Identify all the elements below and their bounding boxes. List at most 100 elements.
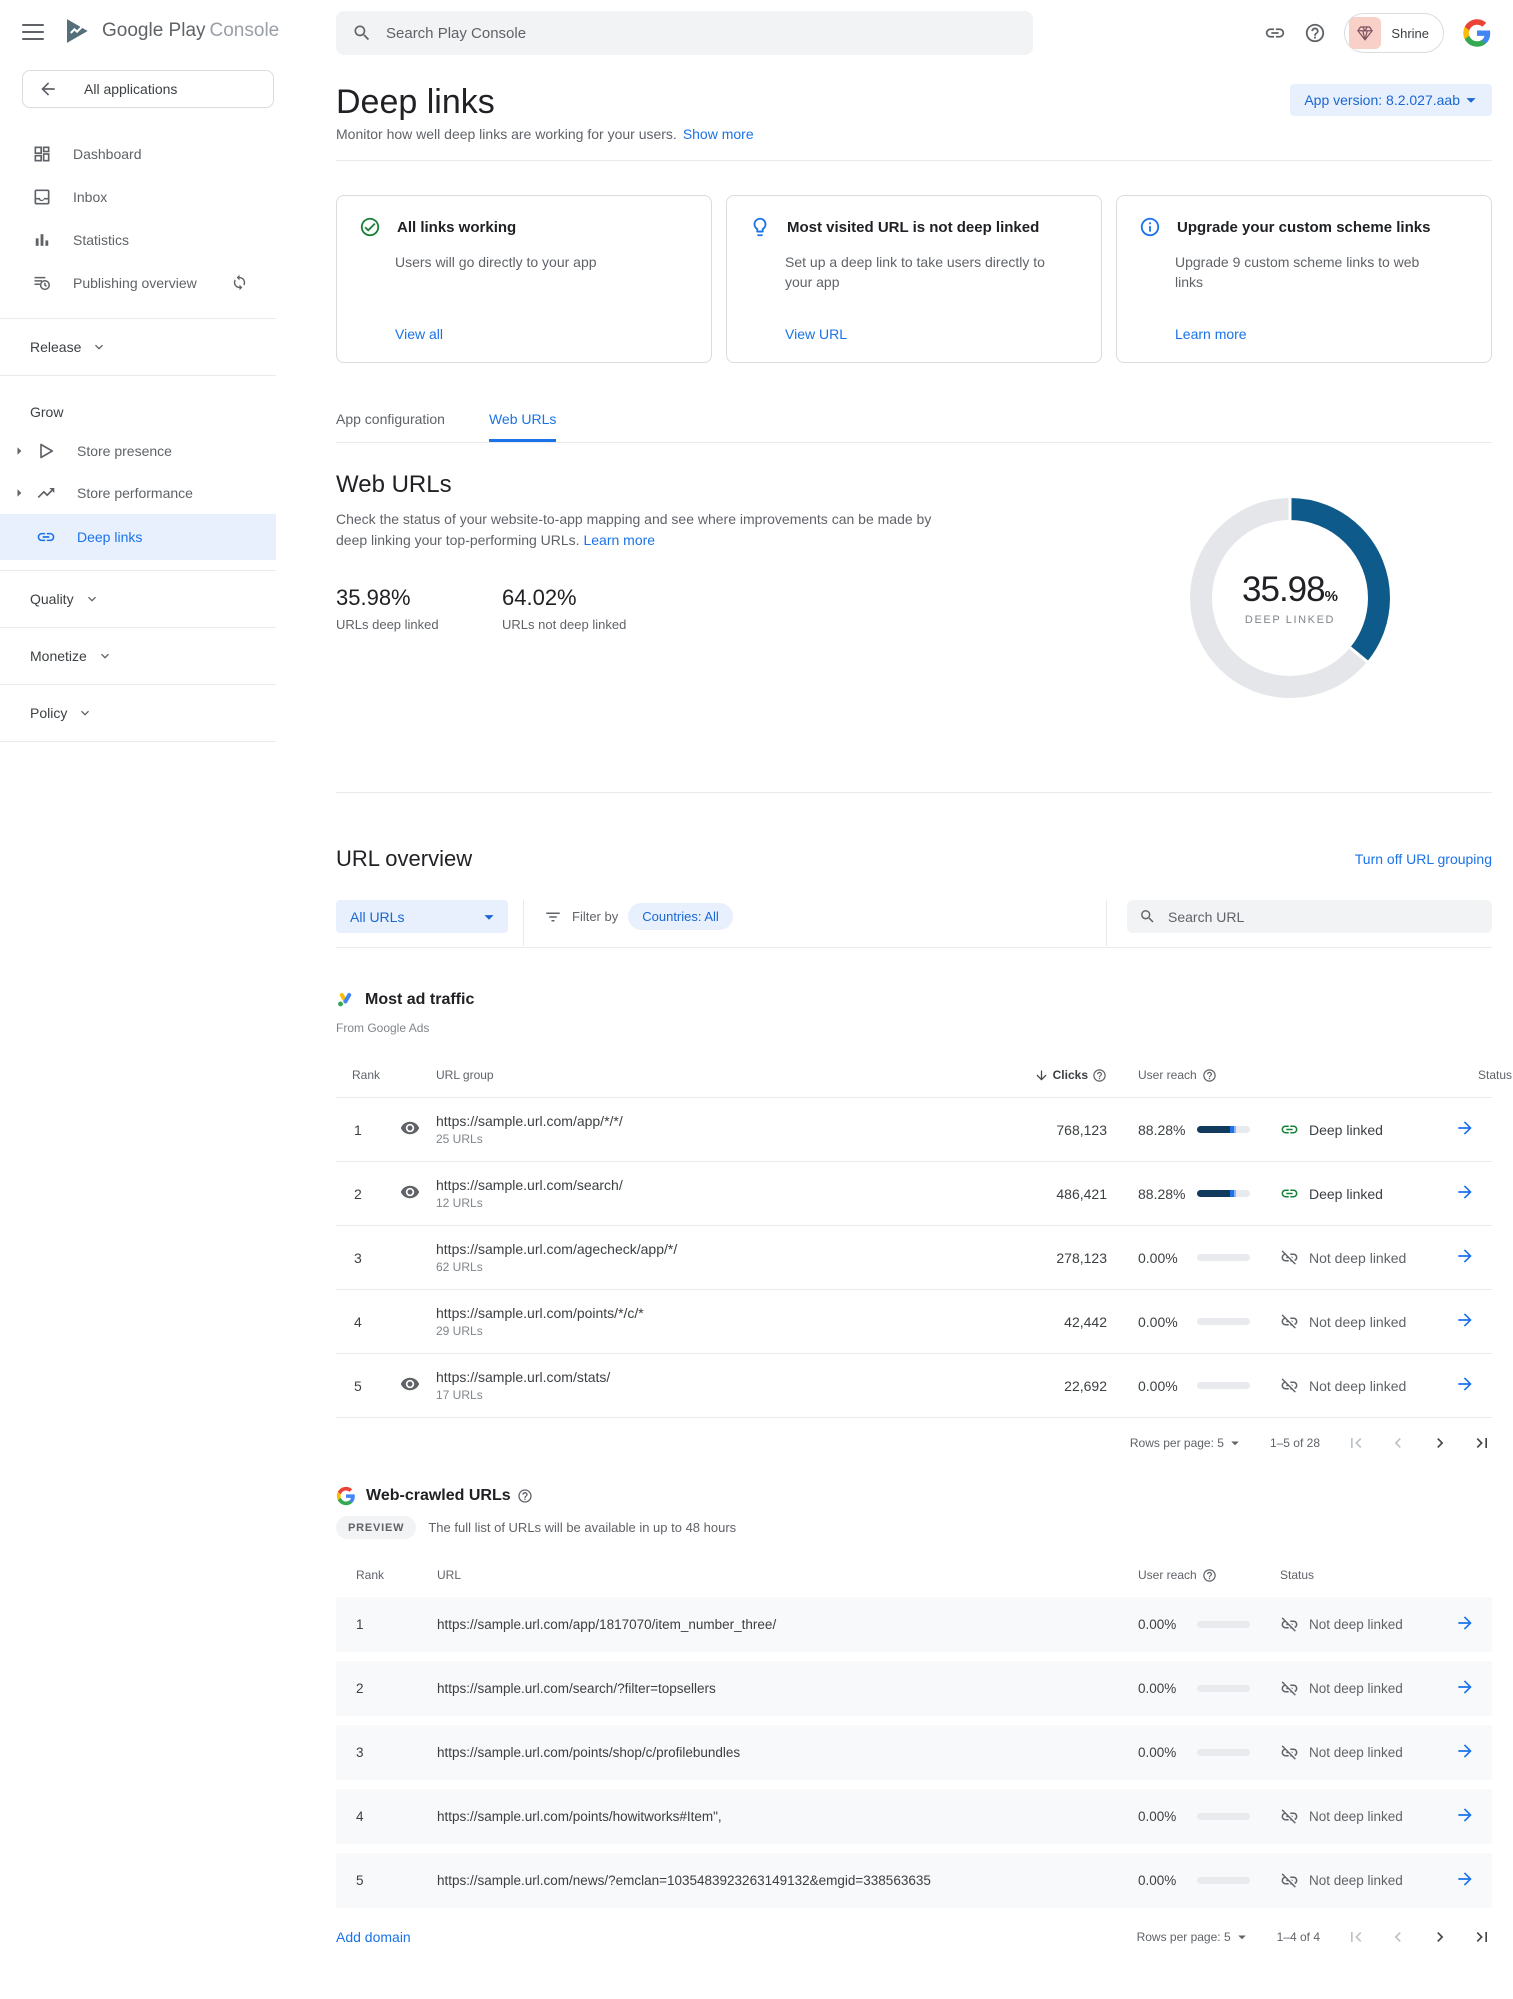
donut-value: 35.98% (1242, 570, 1338, 610)
sidebar-section-quality[interactable]: Quality (0, 571, 276, 627)
sidebar-item-dashboard[interactable]: Dashboard (0, 132, 276, 175)
arrow-forward-icon[interactable] (1455, 1869, 1475, 1889)
arrow-forward-icon[interactable] (1455, 1805, 1475, 1825)
card-upgrade-scheme-links: Upgrade your custom scheme links Upgrade… (1116, 195, 1492, 363)
sidebar-item-statistics[interactable]: Statistics (0, 218, 276, 261)
next-page-icon[interactable] (1430, 1927, 1450, 1947)
visibility-icon[interactable] (400, 1374, 420, 1394)
previous-page-icon[interactable] (1388, 1927, 1408, 1947)
help-icon[interactable] (1304, 22, 1326, 44)
arrow-forward-icon[interactable] (1455, 1246, 1475, 1266)
url-search-box[interactable] (1127, 900, 1492, 933)
rank-cell: 5 (336, 1378, 400, 1394)
add-domain-link[interactable]: Add domain (336, 1929, 411, 1945)
visibility-icon[interactable] (400, 1182, 420, 1202)
arrow-forward-icon[interactable] (1455, 1118, 1475, 1138)
link-shortcut-icon[interactable] (1264, 22, 1286, 44)
rows-per-page-selector[interactable]: Rows per page: 5 (1137, 1928, 1251, 1946)
learn-more-link[interactable]: Learn more (1175, 326, 1247, 342)
arrow-drop-down-icon (1233, 1928, 1251, 1946)
next-page-icon[interactable] (1430, 1433, 1450, 1453)
url-cell: https://sample.url.com/app/1817070/item_… (437, 1617, 1107, 1632)
ad-traffic-rows: 1 https://sample.url.com/app/*/*/ 25 URL… (336, 1098, 1492, 1418)
web-crawled-table-row: 3 https://sample.url.com/points/shop/c/p… (336, 1725, 1492, 1780)
url-scope-dropdown[interactable]: All URLs (336, 900, 508, 933)
sidebar-section-policy[interactable]: Policy (0, 685, 276, 741)
first-page-icon[interactable] (1346, 1433, 1366, 1453)
web-crawled-table-row: 4 https://sample.url.com/points/howitwor… (336, 1789, 1492, 1844)
main-content: Deep links App version: 8.2.027.aab Moni… (336, 66, 1492, 1957)
url-cell: https://sample.url.com/search/?filter=to… (437, 1681, 1107, 1696)
tab-app-configuration[interactable]: App configuration (336, 411, 445, 442)
chevron-down-icon (91, 339, 107, 355)
ad-traffic-table-row: 4 https://sample.url.com/points/*/c/* 29… (336, 1290, 1492, 1354)
sidebar-item-inbox[interactable]: Inbox (0, 175, 276, 218)
global-search[interactable] (336, 11, 1033, 55)
publishing-overview-icon (32, 273, 52, 293)
help-icon[interactable] (1202, 1068, 1217, 1083)
visibility-icon[interactable] (400, 1118, 420, 1138)
logo-text: Google PlayConsole (102, 20, 279, 42)
arrow-forward-icon[interactable] (1455, 1677, 1475, 1697)
view-url-link[interactable]: View URL (785, 326, 847, 342)
user-reach-bar (1178, 1382, 1240, 1389)
help-icon[interactable] (1092, 1068, 1107, 1083)
arrow-forward-icon[interactable] (1455, 1613, 1475, 1633)
web-crawled-rows: 1 https://sample.url.com/app/1817070/ite… (336, 1597, 1492, 1908)
current-app-chip[interactable]: Shrine (1344, 13, 1444, 53)
search-icon (1139, 908, 1156, 925)
status-cell: Not deep linked (1240, 1376, 1438, 1395)
arrow-forward-icon[interactable] (1455, 1741, 1475, 1761)
tab-web-urls[interactable]: Web URLs (489, 411, 556, 442)
rank-cell: 5 (336, 1873, 437, 1888)
sidebar-section-monetize[interactable]: Monetize (0, 628, 276, 684)
user-reach-cell: 88.28% (1107, 1186, 1178, 1202)
web-urls-description: Check the status of your website-to-app … (336, 509, 936, 551)
sidebar-item-publishing-overview[interactable]: Publishing overview (0, 261, 276, 304)
user-reach-cell: 0.00% (1107, 1873, 1178, 1888)
column-clicks[interactable]: Clicks (1034, 1068, 1107, 1083)
user-reach-bar (1178, 1621, 1240, 1628)
help-icon[interactable] (1202, 1568, 1217, 1583)
sidebar-item-store-performance[interactable]: Store performance (0, 472, 276, 514)
donut-label: DEEP LINKED (1245, 614, 1335, 626)
ad-traffic-table-header: Rank URL group Clicks User reach (336, 1063, 1492, 1098)
previous-page-icon[interactable] (1388, 1433, 1408, 1453)
arrow-forward-icon[interactable] (1455, 1310, 1475, 1330)
help-icon[interactable] (517, 1488, 533, 1504)
url-search-input[interactable] (1166, 908, 1470, 926)
view-all-link[interactable]: View all (395, 326, 443, 342)
last-page-icon[interactable] (1472, 1433, 1492, 1453)
column-rank: Rank (336, 1068, 400, 1082)
rank-cell: 3 (336, 1250, 400, 1266)
last-page-icon[interactable] (1472, 1927, 1492, 1947)
sync-icon[interactable] (231, 274, 248, 291)
rank-cell: 4 (336, 1809, 437, 1824)
sidebar-section-release[interactable]: Release (0, 319, 276, 375)
global-search-input[interactable] (384, 24, 948, 43)
sidebar-item-deep-links[interactable]: Deep links (0, 514, 276, 560)
user-reach-cell: 88.28% (1107, 1122, 1178, 1138)
app-version-selector[interactable]: App version: 8.2.027.aab (1290, 84, 1492, 116)
all-applications-button[interactable]: All applications (22, 70, 274, 108)
menu-icon[interactable] (22, 24, 44, 40)
user-reach-bar (1178, 1126, 1240, 1133)
vertical-divider (523, 900, 524, 946)
column-user-reach: User reach (1107, 1568, 1240, 1583)
play-console-logo[interactable]: Google PlayConsole (62, 16, 279, 46)
user-reach-cell: 0.00% (1107, 1314, 1178, 1330)
search-icon (352, 23, 372, 43)
google-ads-icon (336, 990, 355, 1009)
ad-traffic-table-row: 1 https://sample.url.com/app/*/*/ 25 URL… (336, 1098, 1492, 1162)
sidebar-item-store-presence[interactable]: Store presence (0, 430, 276, 472)
first-page-icon[interactable] (1346, 1927, 1366, 1947)
show-more-link[interactable]: Show more (683, 126, 754, 142)
countries-filter-chip[interactable]: Countries: All (628, 903, 733, 930)
rows-per-page-selector[interactable]: Rows per page: 5 (1130, 1434, 1244, 1452)
turn-off-url-grouping-link[interactable]: Turn off URL grouping (1355, 851, 1492, 867)
google-account-avatar[interactable] (1462, 18, 1492, 48)
arrow-forward-icon[interactable] (1455, 1182, 1475, 1202)
learn-more-link[interactable]: Learn more (583, 532, 655, 548)
user-reach-bar (1178, 1318, 1240, 1325)
arrow-forward-icon[interactable] (1455, 1374, 1475, 1394)
